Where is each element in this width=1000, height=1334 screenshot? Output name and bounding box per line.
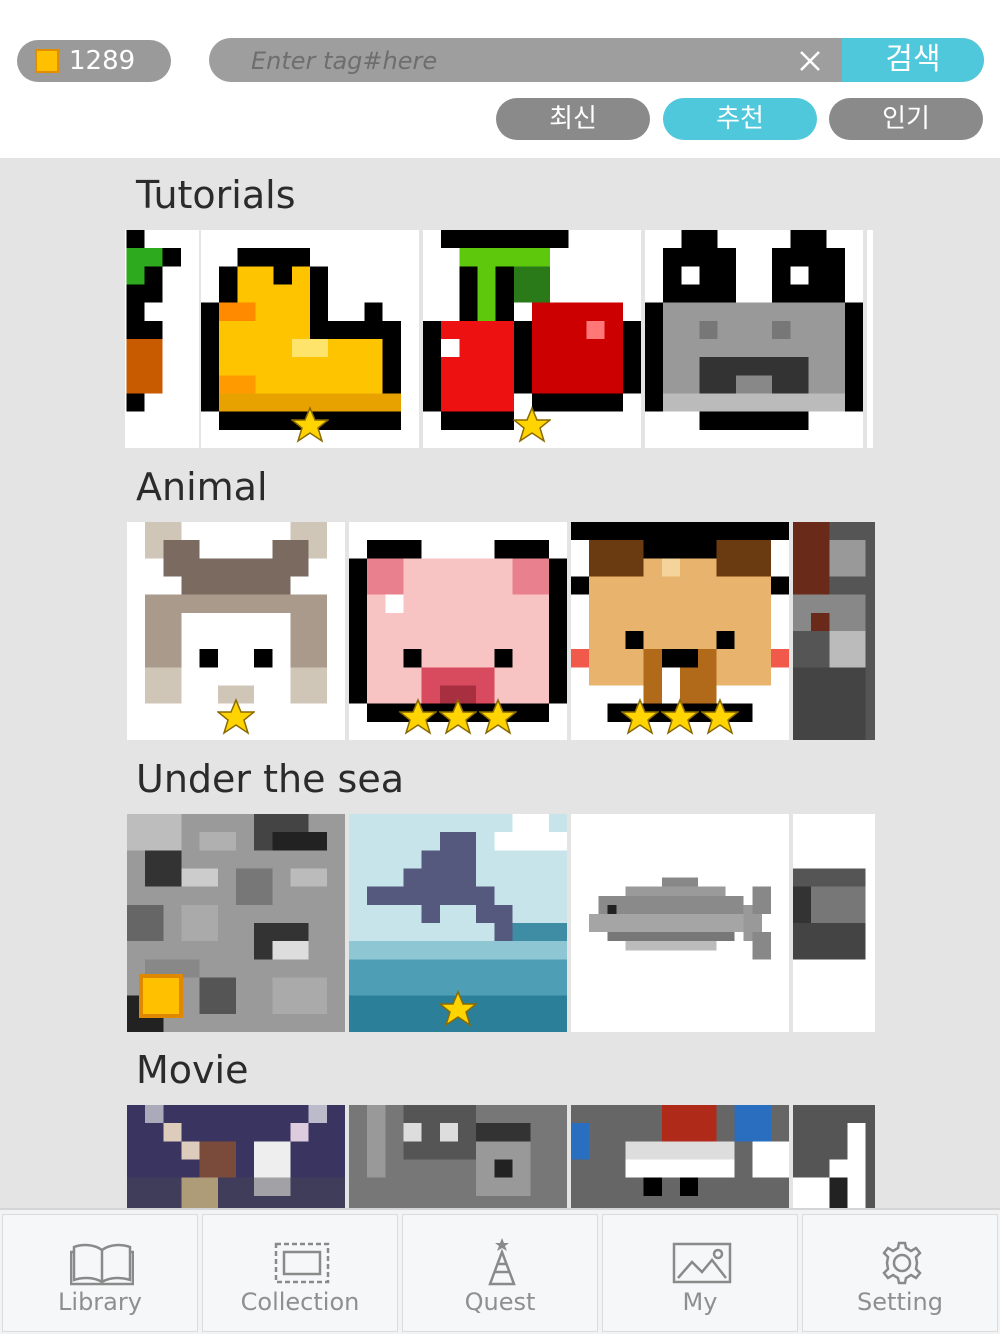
puzzle-tile[interactable] xyxy=(127,522,345,740)
puzzle-tile[interactable] xyxy=(349,814,567,1032)
nav-collection-label: Collection xyxy=(240,1288,360,1316)
picture-icon xyxy=(672,1242,732,1284)
coin-icon xyxy=(35,49,59,73)
tab-latest[interactable]: 최신 xyxy=(496,98,650,140)
puzzle-tile[interactable] xyxy=(125,230,199,448)
star-icon xyxy=(621,698,659,736)
stamp-icon xyxy=(274,1242,330,1284)
star-icon xyxy=(661,698,699,736)
puzzle-tile[interactable] xyxy=(127,814,345,1032)
puzzle-tile[interactable] xyxy=(645,230,863,448)
section-title-movie: Movie xyxy=(136,1048,249,1092)
movie-row[interactable] xyxy=(127,1105,875,1208)
under-the-sea-row[interactable] xyxy=(127,814,875,1032)
section-title-tutorials: Tutorials xyxy=(136,173,296,217)
section-title-animal: Animal xyxy=(136,465,268,509)
library-content[interactable]: Tutorials Animal Under the sea Movie xyxy=(0,158,1000,1208)
star-rating xyxy=(349,698,567,736)
star-icon xyxy=(399,698,437,736)
nav-library-label: Library xyxy=(58,1288,142,1316)
top-bar: 1289 검색 최신 추천 인기 xyxy=(0,0,1000,158)
star-icon xyxy=(701,698,739,736)
nav-quest-label: Quest xyxy=(464,1288,536,1316)
star-icon xyxy=(439,698,477,736)
puzzle-tile[interactable] xyxy=(867,230,873,448)
star-icon xyxy=(217,698,255,736)
tab-recommended[interactable]: 추천 xyxy=(663,98,817,140)
search-bar: 검색 xyxy=(209,38,984,82)
book-icon xyxy=(70,1243,134,1286)
nav-setting-label: Setting xyxy=(857,1288,943,1316)
puzzle-tile[interactable] xyxy=(571,1105,789,1208)
close-icon[interactable] xyxy=(799,50,821,72)
puzzle-tile[interactable] xyxy=(793,814,875,1032)
star-rating xyxy=(349,990,567,1028)
nav-library[interactable]: Library xyxy=(2,1214,198,1332)
search-button[interactable]: 검색 xyxy=(842,38,984,82)
star-icon xyxy=(439,990,477,1028)
nav-my-label: My xyxy=(682,1288,718,1316)
star-icon xyxy=(291,406,329,444)
section-title-under-the-sea: Under the sea xyxy=(136,757,405,801)
tower-icon xyxy=(488,1238,516,1286)
puzzle-tile[interactable] xyxy=(127,1105,345,1208)
puzzle-tile[interactable] xyxy=(349,522,567,740)
puzzle-tile[interactable] xyxy=(201,230,419,448)
coin-count: 1289 xyxy=(69,46,136,76)
nav-quest[interactable]: Quest xyxy=(402,1214,598,1332)
nav-setting[interactable]: Setting xyxy=(802,1214,998,1332)
star-rating xyxy=(571,698,789,736)
star-rating xyxy=(127,698,345,736)
puzzle-tile[interactable] xyxy=(423,230,641,448)
tab-popular[interactable]: 인기 xyxy=(829,98,983,140)
puzzle-tile[interactable] xyxy=(793,1105,875,1208)
star-icon xyxy=(479,698,517,736)
star-rating xyxy=(423,406,641,444)
puzzle-tile[interactable] xyxy=(349,1105,567,1208)
nav-collection[interactable]: Collection xyxy=(202,1214,398,1332)
puzzle-tile[interactable] xyxy=(571,522,789,740)
coin-counter[interactable]: 1289 xyxy=(17,40,171,82)
animal-row[interactable] xyxy=(127,522,875,740)
tutorials-row[interactable] xyxy=(125,230,873,448)
search-input[interactable] xyxy=(249,44,793,78)
puzzle-tile[interactable] xyxy=(571,814,789,1032)
puzzle-tile[interactable] xyxy=(793,522,875,740)
star-icon xyxy=(513,406,551,444)
gear-icon xyxy=(882,1241,922,1285)
coin-badge-icon xyxy=(139,974,183,1018)
bottom-nav: Library Collection Quest My Setting xyxy=(0,1208,1000,1334)
star-rating xyxy=(201,406,419,444)
nav-my[interactable]: My xyxy=(602,1214,798,1332)
